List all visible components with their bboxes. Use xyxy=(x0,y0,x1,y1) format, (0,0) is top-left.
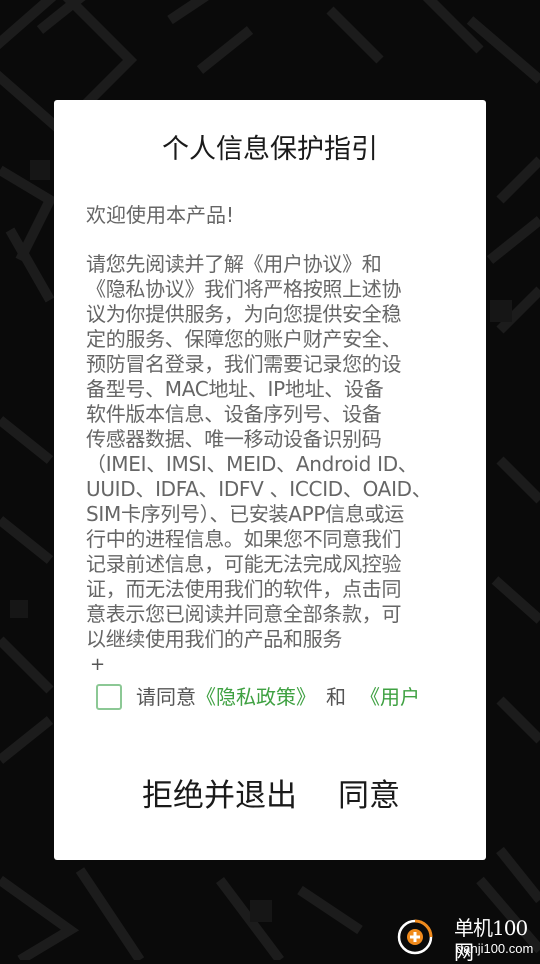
agreement-body-line: SIM卡序列号）、已安装APP信息或运 xyxy=(86,502,404,526)
agreement-body-line: 以继续使用我们的产品和服务 xyxy=(86,627,343,651)
agreement-body-line: UUID、IDFA、IDFV 、ICCID、OAID、 xyxy=(86,477,432,501)
dialog-title: 个人信息保护指引 xyxy=(162,134,378,165)
agreement-body-line: 定的服务、保障您的账户财产安全、 xyxy=(86,327,402,351)
plus-mark: + xyxy=(90,654,106,675)
agreement-body-line: 意表示您已阅读并同意全部条款，可 xyxy=(86,602,402,626)
dialog-actions: 拒绝并退出 同意 xyxy=(54,774,486,820)
consent-checkbox[interactable] xyxy=(96,684,122,710)
agree-button[interactable]: 同意 xyxy=(338,774,400,818)
privacy-policy-link[interactable]: 《隐私政策》 xyxy=(196,685,316,709)
agreement-body: 请您先阅读并了解《用户协议》和 《隐私协议》我们将严格按照上述协 议为你提供服务… xyxy=(86,252,458,652)
agreement-body-line: （IMEI、IMSI、MEID、Android ID、 xyxy=(86,452,418,476)
watermark-logo-icon xyxy=(397,919,433,955)
user-agreement-link[interactable]: 《用户 xyxy=(360,685,420,709)
agreement-body-line: 预防冒名登录，我们需要记录您的设 xyxy=(86,352,402,376)
refuse-and-exit-button[interactable]: 拒绝并退出 xyxy=(142,774,297,818)
consent-prefix: 请同意 xyxy=(136,685,196,709)
agreement-body-line: 《隐私协议》我们将严格按照上述协 xyxy=(86,277,402,301)
watermark-url: danji100.com xyxy=(456,941,534,956)
agreement-body-line: 议为你提供服务，为向您提供安全稳 xyxy=(86,302,402,326)
consent-row: 请同意《隐私政策》和《用户 xyxy=(96,683,486,713)
agreement-body-line: 证，而无法使用我们的软件，点击同 xyxy=(86,577,402,601)
agreement-body-line: 备型号、MAC地址、IP地址、设备 xyxy=(86,377,384,401)
agreement-body-line: 记录前述信息，可能无法完成风控验 xyxy=(86,552,402,576)
privacy-dialog: 个人信息保护指引 欢迎使用本产品! 请您先阅读并了解《用户协议》和 《隐私协议》… xyxy=(54,100,486,860)
watermark: 单机100网 danji100.com xyxy=(392,914,540,964)
agreement-body-line: 软件版本信息、设备序列号、设备 xyxy=(86,402,382,426)
consent-and: 和 xyxy=(326,685,346,709)
agreement-body-line: 行中的进程信息。如果您不同意我们 xyxy=(86,527,402,551)
agreement-body-line: 请您先阅读并了解《用户协议》和 xyxy=(86,252,382,276)
welcome-text: 欢迎使用本产品! xyxy=(86,203,235,227)
agreement-body-line: 传感器数据、唯一移动设备识别码 xyxy=(86,427,382,451)
